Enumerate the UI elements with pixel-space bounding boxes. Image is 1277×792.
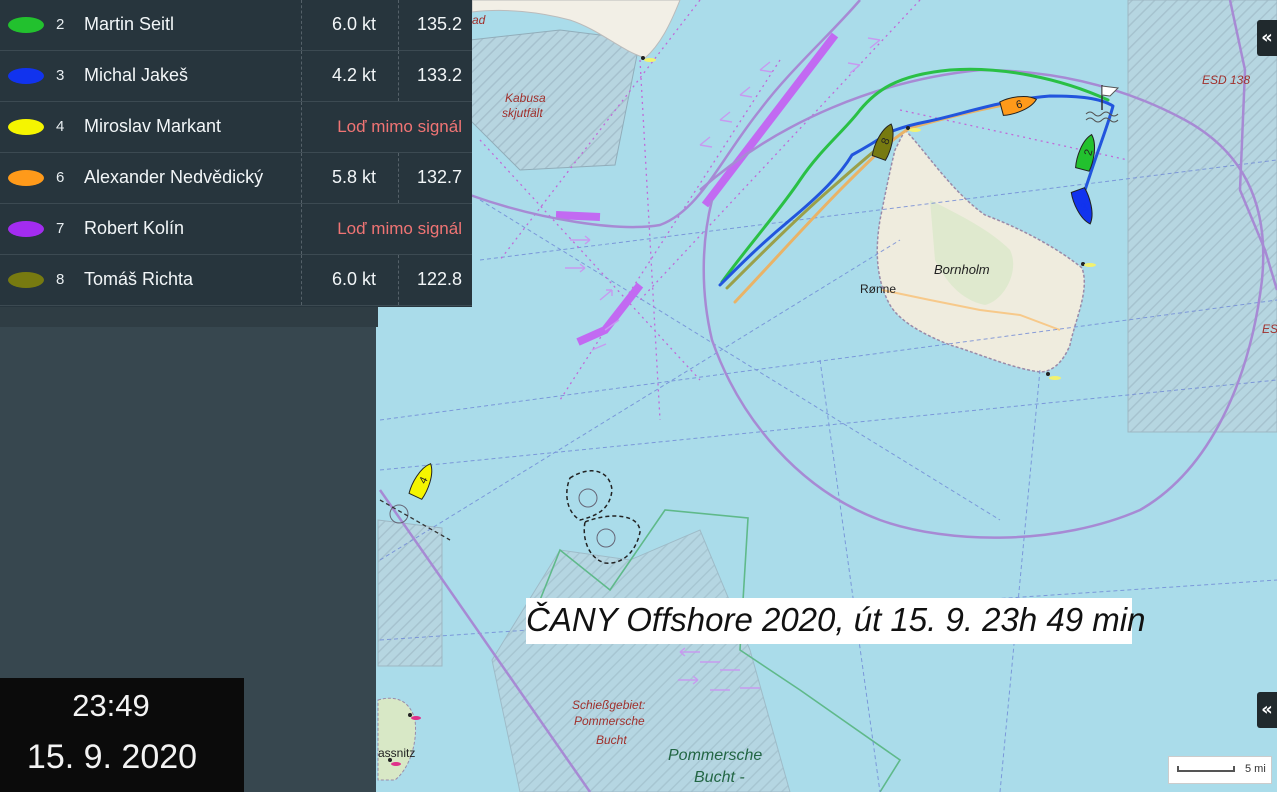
leaderboard-row[interactable]: 3 Michal Jakeš 4.2 kt 133.2 bbox=[0, 51, 472, 102]
boat-number: 4 bbox=[56, 118, 65, 135]
column-divider bbox=[398, 255, 399, 305]
side-panel-header bbox=[0, 307, 378, 327]
signal-lost-status: Loď mimo signál bbox=[337, 219, 462, 238]
clock-date: 15. 9. 2020 bbox=[26, 738, 198, 776]
column-divider bbox=[398, 153, 399, 203]
map-label-kabusa: Kabusa bbox=[505, 91, 546, 105]
map-label-skjutfalt: skjutfält bbox=[502, 106, 543, 120]
map-label-esd-138: ESD 138 bbox=[1202, 73, 1250, 87]
map-label-pommersche-range: Pommersche bbox=[574, 714, 645, 728]
boat-number: 7 bbox=[56, 220, 65, 237]
boat-distance: 135.2 bbox=[416, 14, 462, 34]
boat-number: 6 bbox=[56, 169, 65, 186]
boat-speed: 5.8 kt bbox=[331, 167, 376, 187]
map-label-bornholm: Bornholm bbox=[934, 262, 990, 277]
leaderboard: 2 Martin Seitl 6.0 kt 135.2 3 Michal Jak… bbox=[0, 0, 472, 307]
map-label-bucht: Bucht - bbox=[694, 769, 745, 786]
leaderboard-row[interactable]: 8 Tomáš Richta 6.0 kt 122.8 bbox=[0, 255, 472, 306]
column-divider bbox=[398, 51, 399, 101]
map-label-schiessgebiet: Schießgebiet: bbox=[572, 698, 645, 712]
boat-color-icon bbox=[8, 272, 44, 288]
column-divider bbox=[398, 0, 399, 50]
boat-speed: 6.0 kt bbox=[331, 14, 376, 34]
skipper-name: Alexander Nedvědický bbox=[84, 167, 264, 187]
skipper-name: Michal Jakeš bbox=[84, 65, 189, 85]
boat-distance: 132.7 bbox=[416, 167, 462, 187]
boat-distance: 133.2 bbox=[416, 65, 462, 85]
boat-color-icon bbox=[8, 119, 44, 135]
skipper-name: Martin Seitl bbox=[84, 14, 175, 34]
boat-speed: 6.0 kt bbox=[331, 269, 376, 289]
map-label-pommersche-bucht: Pommersche bbox=[668, 747, 762, 764]
collapse-top-button[interactable]: « bbox=[1257, 20, 1277, 56]
skipper-name: Robert Kolín bbox=[84, 218, 185, 238]
leaderboard-row[interactable]: 6 Alexander Nedvědický 5.8 kt 132.7 bbox=[0, 153, 472, 204]
boat-number: 3 bbox=[56, 67, 65, 84]
boat-distance: 122.8 bbox=[416, 269, 462, 289]
map-label-bucht-range: Bucht bbox=[596, 733, 627, 747]
boat-color-icon bbox=[8, 221, 44, 237]
esd-138-zone bbox=[1127, 0, 1277, 433]
race-caption: ČANY Offshore 2020, út 15. 9. 23h 49 min bbox=[526, 598, 1146, 644]
clock-time: 23:49 bbox=[72, 688, 150, 723]
scale-label: 5 mi bbox=[1245, 763, 1266, 775]
leaderboard-row[interactable]: 2 Martin Seitl 6.0 kt 135.2 bbox=[0, 0, 472, 51]
map-label-ronne: Rønne bbox=[860, 282, 896, 296]
boat-color-icon bbox=[8, 170, 44, 186]
clock-overlay: 23:49 15. 9. 2020 bbox=[0, 678, 244, 792]
skipper-name: Miroslav Markant bbox=[84, 116, 222, 136]
signal-lost-status: Loď mimo signál bbox=[337, 117, 462, 136]
leaderboard-row[interactable]: 7 Robert Kolín Loď mimo signál bbox=[0, 204, 472, 255]
race-tracker-view: ad Kabusa skjutfält Bornholm Rønne ESD 1… bbox=[0, 0, 1277, 792]
boat-number: 2 bbox=[56, 16, 65, 33]
boat-number: 8 bbox=[56, 271, 65, 288]
boat-color-icon bbox=[8, 68, 44, 84]
skipper-name: Tomáš Richta bbox=[84, 269, 194, 289]
boat-color-icon bbox=[8, 17, 44, 33]
map-label-top-cut: ad bbox=[472, 13, 486, 27]
scale-bar bbox=[1177, 766, 1235, 772]
map-label-sassnitz: assnitz bbox=[378, 746, 415, 760]
collapse-bottom-button[interactable]: « bbox=[1257, 692, 1277, 728]
map-scale: 5 mi bbox=[1168, 756, 1272, 784]
map-label-esd-cut: ES bbox=[1262, 322, 1277, 336]
boat-speed: 4.2 kt bbox=[331, 65, 376, 85]
race-caption-text: ČANY Offshore 2020, út 15. 9. 23h 49 min bbox=[526, 601, 1146, 638]
leaderboard-row[interactable]: 4 Miroslav Markant Loď mimo signál bbox=[0, 102, 472, 153]
